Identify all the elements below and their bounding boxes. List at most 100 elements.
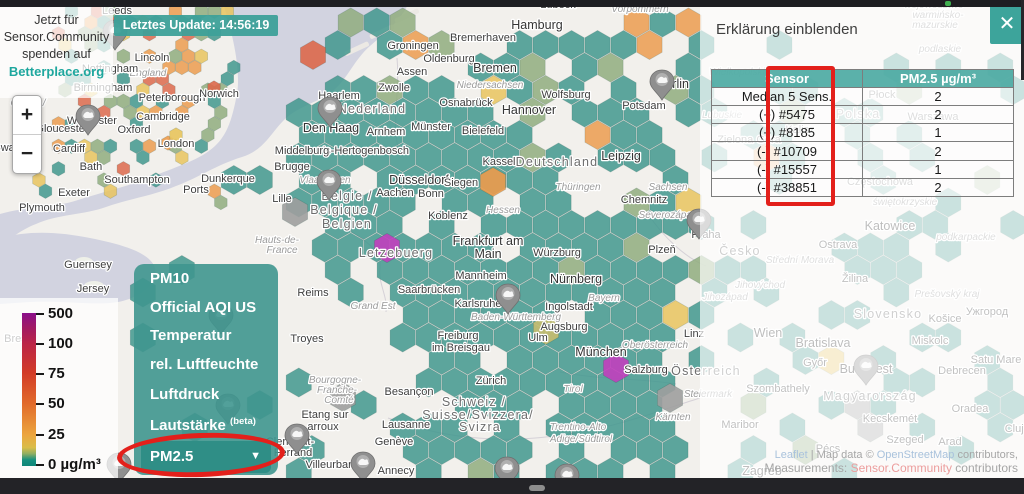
map-label: Adige/Südtirol	[549, 434, 613, 445]
map-label: Frankfurt am	[453, 234, 524, 248]
close-panel-button[interactable]: ✕	[990, 5, 1024, 44]
map-label: Reims	[297, 287, 329, 299]
map-label: Potsdam	[622, 100, 665, 112]
map-label: Salzburg	[624, 364, 667, 376]
annotation-red-rect-sensor-column	[766, 66, 835, 206]
map-label: arroux	[307, 421, 339, 433]
explanation-toggle[interactable]: Erklärung einblenden	[716, 21, 858, 38]
attribution-link[interactable]: Leaflet	[775, 449, 808, 461]
table-row: (-) #107092	[712, 142, 1014, 160]
donation-note: Jetzt für Sensor.Community spenden auf B…	[0, 12, 113, 80]
last-update-badge: Letztes Update: 14:56:19	[114, 15, 278, 36]
top-chrome-bar	[0, 0, 1024, 7]
menu-item-temperatur[interactable]: Temperatur	[150, 327, 231, 345]
map-label: Saarbrücken	[398, 284, 460, 296]
map-label: Thüringen	[555, 182, 600, 193]
map-label: Plymouth	[19, 202, 65, 214]
sensor-table-head: SensorPM2.5 µg/m³	[712, 70, 1014, 88]
zoom-in-button[interactable]: +	[13, 96, 41, 134]
map-label: Aachen	[376, 187, 413, 199]
lautstaerke-label: Lautstärke	[150, 417, 226, 434]
legend-tick	[36, 373, 44, 375]
attribution-text: contributors,	[954, 449, 1018, 461]
map-label: Oxford	[117, 124, 150, 136]
table-row: (-) #388512	[712, 178, 1014, 196]
table-cell: 1	[863, 124, 1014, 142]
table-cell: 2	[863, 88, 1014, 106]
map-label: Nederland	[338, 102, 406, 116]
map-label: Exeter	[58, 187, 90, 199]
map-label: Annecy	[378, 465, 415, 477]
menu-item-luftdruck[interactable]: Luftdruck	[150, 386, 219, 404]
taskbar-notch	[529, 485, 545, 491]
map-label: Lausanne	[382, 419, 430, 431]
donation-line: Sensor.Community	[0, 29, 113, 46]
map-label: Main	[474, 247, 501, 261]
map-label: France	[266, 245, 298, 256]
map-label: Dunkerque	[201, 173, 255, 185]
table-header-cell: PM2.5 µg/m³	[863, 70, 1014, 88]
map-label: Münster	[411, 121, 451, 133]
menu-item-lautstaerke[interactable]: Lautstärke (beta)	[150, 416, 256, 434]
map-label: Guernsey	[64, 259, 112, 271]
legend-tick-label: 100	[48, 335, 73, 352]
legend-tick-label: 0 µg/m³	[48, 456, 101, 473]
map-label: London	[158, 138, 195, 150]
map-label: Mannheim	[455, 270, 506, 282]
betterplace-link[interactable]: Betterplace.org	[0, 63, 113, 80]
map-label: Osnabrück	[439, 97, 493, 109]
zoom-out-button[interactable]: −	[13, 135, 41, 173]
map-label: München	[575, 345, 626, 359]
table-row: Median 5 Sens.2	[712, 88, 1014, 106]
map-label: Zürich	[476, 375, 507, 387]
menu-item-luftfeuchte[interactable]: rel. Luftfeuchte	[150, 356, 258, 374]
menu-item-pm10[interactable]: PM10	[150, 270, 189, 288]
map-label: Schweiz /	[442, 395, 506, 409]
map-label: Genève	[375, 436, 414, 448]
map-label: Koblenz	[428, 210, 468, 222]
table-cell: 2	[863, 142, 1014, 160]
map-label: Letzebuerg	[359, 246, 434, 260]
map-label: Brugge	[274, 161, 309, 173]
table-cell: 1	[863, 160, 1014, 178]
table-row: (-) #155571	[712, 160, 1014, 178]
map-label: Bonn	[418, 188, 444, 200]
map-label: Zwolle	[378, 82, 410, 94]
map-label: Belgique /	[310, 203, 378, 217]
map-label: Jersey	[77, 283, 110, 295]
app-root: LeedsHullLincolnEnglandNottinghamBirming…	[0, 0, 1024, 494]
map-label: Groningen	[387, 40, 438, 52]
map-label: Comté	[324, 395, 354, 406]
map-label: Ports	[183, 184, 209, 196]
map-label: Arnhem	[367, 126, 406, 138]
table-cell: 2	[863, 178, 1014, 196]
legend-tick	[36, 313, 44, 315]
attribution-link[interactable]: OpenStreetMap	[877, 449, 955, 461]
map-label: Cardiff	[53, 143, 86, 155]
map-label: Tirol	[563, 384, 583, 395]
map-label: Hamburg	[511, 18, 562, 32]
map-label: Kassel	[482, 156, 515, 168]
map-label: Nürnberg	[550, 272, 602, 286]
map-label: Deutschland	[516, 155, 599, 169]
map-label: Sachsen	[649, 182, 688, 193]
map-label: Leipzig	[601, 149, 641, 163]
map-label: Svizra	[459, 420, 501, 434]
legend-tick	[36, 343, 44, 345]
bottom-chrome-bar	[0, 478, 1024, 494]
map-label: Assen	[397, 66, 428, 78]
sensor-community-link[interactable]: Sensor.Community	[851, 461, 952, 475]
close-icon: ✕	[999, 13, 1016, 35]
map-attribution: Leaflet | Map data © OpenStreetMap contr…	[700, 449, 1018, 475]
beta-suffix: (beta)	[230, 416, 256, 427]
map-label: 's-Hertogenbosch	[323, 145, 409, 157]
map-label: Belgien	[322, 217, 372, 231]
map-label: Troyes	[290, 333, 324, 345]
menu-item-aqi-us[interactable]: Official AQI US	[150, 299, 256, 317]
legend-color-scale	[22, 313, 36, 466]
map-label: Freiburg	[438, 330, 479, 342]
map-label: Lincoln	[135, 52, 170, 64]
map-label: Hannover	[502, 103, 556, 117]
map-label: Ulm	[528, 332, 548, 344]
donation-line: spenden auf	[0, 46, 113, 63]
